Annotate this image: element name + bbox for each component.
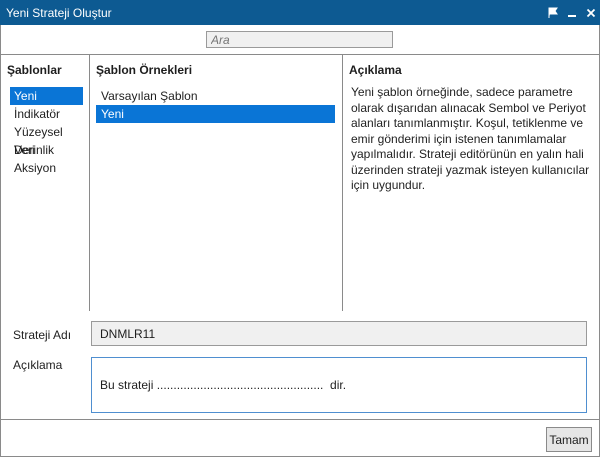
template-item-yeni[interactable]: Yeni [10, 87, 83, 105]
template-item-yuzeysel-veri[interactable]: Yüzeysel Veri [10, 123, 83, 157]
strategy-name-input[interactable] [91, 321, 587, 346]
strategy-name-label: Strateji Adı [13, 328, 72, 342]
ok-button[interactable]: Tamam [546, 427, 592, 452]
minimize-icon[interactable] [562, 0, 581, 25]
examples-panel: Şablon Örnekleri Varsayılan Şablon Yeni [89, 54, 343, 312]
example-item-yeni[interactable]: Yeni [96, 105, 335, 123]
description-textarea[interactable]: Bu strateji ............................… [91, 357, 587, 413]
template-item-indikator[interactable]: İndikatör [10, 105, 83, 123]
description-header: Açıklama [349, 63, 402, 77]
pin-icon[interactable] [543, 0, 562, 25]
template-item-derinlik[interactable]: Derinlik [10, 141, 83, 159]
templates-list: Yeni İndikatör Yüzeysel Veri Derinlik Ak… [1, 87, 89, 177]
close-icon[interactable] [581, 0, 600, 25]
search-input[interactable] [206, 31, 393, 48]
divider [1, 419, 599, 420]
description-label: Açıklama [13, 358, 63, 372]
template-item-aksiyon[interactable]: Aksiyon [10, 159, 83, 177]
examples-header: Şablon Örnekleri [96, 63, 193, 77]
description-panel: Açıklama Yeni şablon örneğinde, sadece p… [342, 54, 600, 312]
example-item-varsayilan[interactable]: Varsayılan Şablon [96, 87, 335, 105]
examples-list: Varsayılan Şablon Yeni [90, 87, 342, 123]
strategy-form: Strateji Adı Açıklama Bu strateji ......… [0, 311, 600, 457]
window-controls [543, 0, 600, 25]
description-text: Yeni şablon örneğinde, sadece parametre … [351, 85, 590, 192]
templates-panel: Şablonlar Yeni İndikatör Yüzeysel Veri D… [0, 54, 90, 312]
window-title: Yeni Strateji Oluştur [6, 5, 112, 20]
title-bar: Yeni Strateji Oluştur [0, 0, 600, 25]
templates-header: Şablonlar [7, 63, 62, 77]
search-row [0, 25, 600, 54]
